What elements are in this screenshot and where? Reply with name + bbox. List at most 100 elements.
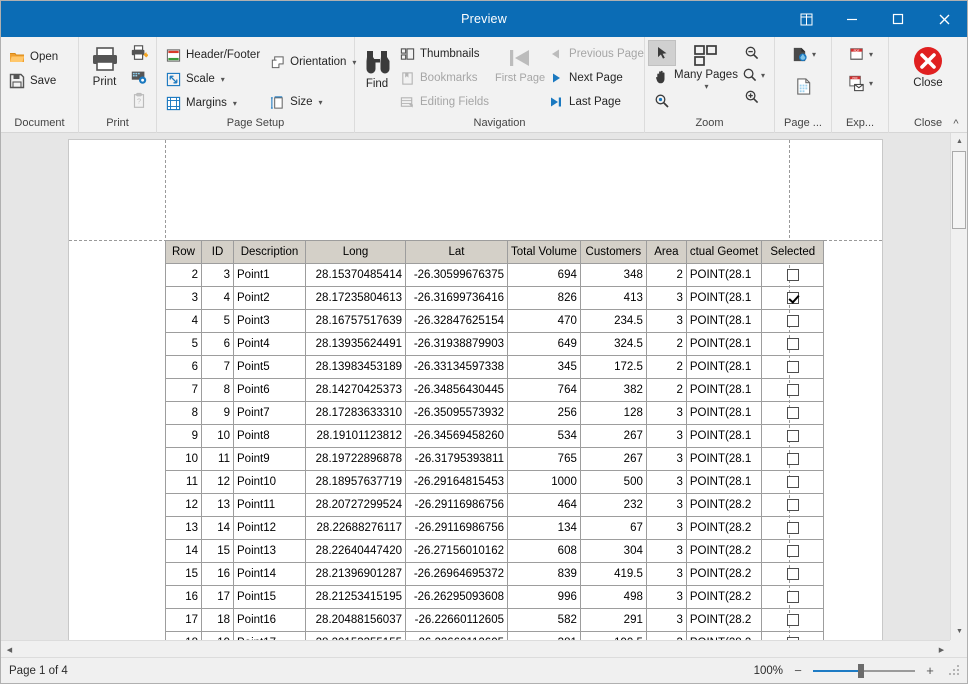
checkbox-unchecked-icon[interactable]: [786, 360, 799, 373]
maximize-icon[interactable]: [875, 1, 921, 37]
table-row[interactable]: 8 9 Point7 28.17283633310 -26.35095573932 256…: [165, 401, 825, 425]
cell-selected[interactable]: [761, 401, 825, 425]
collapse-ribbon-button[interactable]: ^: [949, 117, 963, 131]
table-row[interactable]: 3 4 Point2 28.17235804613 -26.31699736416 826…: [165, 286, 825, 310]
print-button[interactable]: Print: [83, 39, 126, 92]
watermark-button[interactable]: [790, 74, 816, 98]
scroll-left-icon[interactable]: ◀: [1, 641, 18, 657]
cell-selected[interactable]: [761, 493, 825, 517]
cell-selected[interactable]: [761, 355, 825, 379]
checkbox-unchecked-icon[interactable]: [786, 452, 799, 465]
cell-selected[interactable]: [761, 470, 825, 494]
scroll-down-icon[interactable]: ▼: [951, 623, 967, 640]
checkbox-unchecked-icon[interactable]: [786, 268, 799, 281]
table-row[interactable]: 15 16 Point14 28.21396901287 -26.26964695372…: [165, 562, 825, 586]
cell-selected[interactable]: [761, 332, 825, 356]
margins-button[interactable]: Margins ▾: [161, 91, 265, 115]
next-page-button[interactable]: Next Page: [544, 66, 649, 90]
scale-button[interactable]: Scale ▾: [161, 67, 265, 91]
scroll-right-icon[interactable]: ▶: [933, 641, 950, 657]
checkbox-unchecked-icon[interactable]: [786, 429, 799, 442]
table-row[interactable]: 13 14 Point12 28.22688276117 -26.29116986756…: [165, 516, 825, 540]
checkbox-unchecked-icon[interactable]: [786, 475, 799, 488]
table-row[interactable]: 4 5 Point3 28.16757517639 -26.32847625154 470…: [165, 309, 825, 333]
previous-page-button[interactable]: Previous Page: [544, 42, 649, 66]
table-row[interactable]: 17 18 Point16 28.20488156037 -26.22660112605…: [165, 608, 825, 632]
editing-fields-button[interactable]: Editing Fields: [395, 90, 494, 114]
checkbox-unchecked-icon[interactable]: [786, 544, 799, 557]
checkbox-unchecked-icon[interactable]: [786, 337, 799, 350]
zoom-slider-thumb[interactable]: [858, 663, 864, 678]
bookmarks-button[interactable]: Bookmarks: [395, 66, 494, 90]
hand-tool-button[interactable]: [649, 65, 675, 89]
table-row[interactable]: 14 15 Point13 28.22640447420 -26.27156010162…: [165, 539, 825, 563]
cell-selected[interactable]: [761, 539, 825, 563]
scroll-up-icon[interactable]: ▲: [951, 133, 967, 150]
table-row[interactable]: 5 6 Point4 28.13935624491 -26.31938879903 649…: [165, 332, 825, 356]
checkbox-unchecked-icon[interactable]: [786, 590, 799, 603]
cell-selected[interactable]: [761, 516, 825, 540]
table-row[interactable]: 2 3 Point1 28.15370485414 -26.30599676375 694…: [165, 263, 825, 287]
table-row[interactable]: 6 7 Point5 28.13983453189 -26.33134597338 345…: [165, 355, 825, 379]
checkbox-unchecked-icon[interactable]: [786, 406, 799, 419]
cell-selected[interactable]: [761, 631, 825, 640]
table-row[interactable]: 16 17 Point15 28.21253415195 -26.26295093608…: [165, 585, 825, 609]
zoom-out-button[interactable]: [739, 41, 765, 65]
cell-selected[interactable]: [761, 562, 825, 586]
checkbox-unchecked-icon[interactable]: [786, 613, 799, 626]
print-setup-button[interactable]: [126, 65, 152, 89]
restore-docking-icon[interactable]: [783, 1, 829, 37]
horizontal-scrollbar[interactable]: ◀ ▶: [1, 640, 950, 657]
table-row[interactable]: 7 8 Point6 28.14270425373 -26.34856430445 764…: [165, 378, 825, 402]
send-pdf-email-button[interactable]: PDF ▾: [844, 72, 876, 95]
checkbox-unchecked-icon[interactable]: [786, 314, 799, 327]
checkbox-unchecked-icon[interactable]: [786, 567, 799, 580]
zoom-slider[interactable]: [813, 663, 915, 679]
pointer-tool-button[interactable]: [648, 40, 676, 66]
close-icon[interactable]: [921, 1, 967, 37]
table-row[interactable]: 10 11 Point9 28.19722896878 -26.31795393811 7…: [165, 447, 825, 471]
checkbox-checked-icon[interactable]: [786, 291, 799, 304]
page-color-button[interactable]: ▾: [787, 43, 819, 66]
cell-selected[interactable]: [761, 378, 825, 402]
close-document-button[interactable]: Close: [901, 42, 955, 93]
minimize-icon[interactable]: [829, 1, 875, 37]
report-options-button[interactable]: ?: [126, 89, 152, 113]
table-row[interactable]: 9 10 Point8 28.19101123812 -26.34569458260 53…: [165, 424, 825, 448]
zoom-in-button[interactable]: [739, 85, 765, 109]
preview-page-1[interactable]: Row ID Description Long Lat Total Volume…: [68, 139, 883, 640]
table-row[interactable]: 12 13 Point11 28.20727299524 -26.29116986756…: [165, 493, 825, 517]
resize-grip[interactable]: [949, 664, 961, 677]
cell-selected[interactable]: [761, 286, 825, 310]
quick-print-button[interactable]: [126, 41, 152, 65]
first-page-button[interactable]: First Page: [495, 41, 545, 87]
vertical-scroll-thumb[interactable]: [952, 151, 966, 229]
cell-selected[interactable]: [761, 309, 825, 333]
cell-selected[interactable]: [761, 608, 825, 632]
open-button[interactable]: Open: [5, 45, 74, 69]
export-pdf-button[interactable]: PDF ▾: [844, 43, 876, 66]
many-pages-button[interactable]: Many Pages ▾: [674, 41, 738, 94]
table-row[interactable]: 1819Point1728.20153355155-26.22660112605…: [165, 631, 825, 640]
zoom-level-button[interactable]: ▾: [739, 65, 768, 85]
vertical-scrollbar[interactable]: ▲ ▼: [950, 133, 967, 640]
cell-selected[interactable]: [761, 263, 825, 287]
header-footer-button[interactable]: Header/Footer: [161, 43, 265, 67]
checkbox-unchecked-icon[interactable]: [786, 383, 799, 396]
magnifier-tool-button[interactable]: [649, 89, 675, 113]
cell-selected[interactable]: [761, 585, 825, 609]
cell-row: 3: [165, 286, 202, 310]
checkbox-unchecked-icon[interactable]: [786, 521, 799, 534]
thumbnails-button[interactable]: Thumbnails: [395, 42, 494, 66]
zoom-out-status-button[interactable]: −: [791, 663, 805, 679]
zoom-in-status-button[interactable]: +: [923, 663, 937, 679]
orientation-button[interactable]: Orientation ▾: [265, 50, 361, 74]
size-button[interactable]: Size ▾: [265, 90, 361, 114]
checkbox-unchecked-icon[interactable]: [786, 498, 799, 511]
cell-selected[interactable]: [761, 447, 825, 471]
last-page-button[interactable]: Last Page: [544, 90, 649, 114]
table-row[interactable]: 11 12 Point10 28.18957637719 -26.29164815453…: [165, 470, 825, 494]
cell-selected[interactable]: [761, 424, 825, 448]
find-button[interactable]: Find: [359, 41, 395, 94]
save-button[interactable]: Save: [5, 69, 74, 93]
